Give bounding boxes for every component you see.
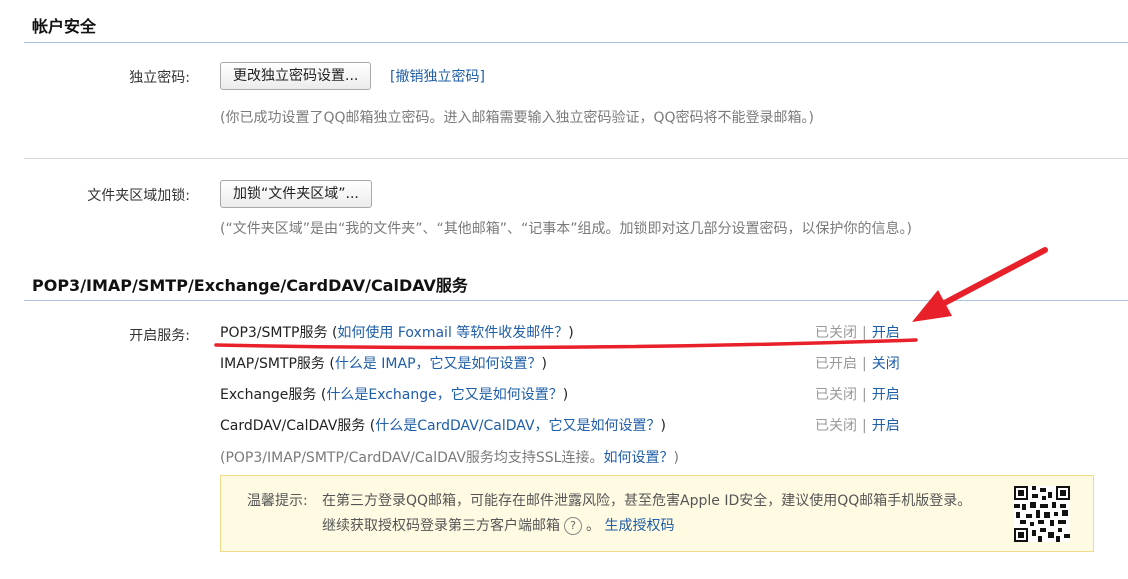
red-annotation-arrow-icon [214, 247, 1048, 350]
